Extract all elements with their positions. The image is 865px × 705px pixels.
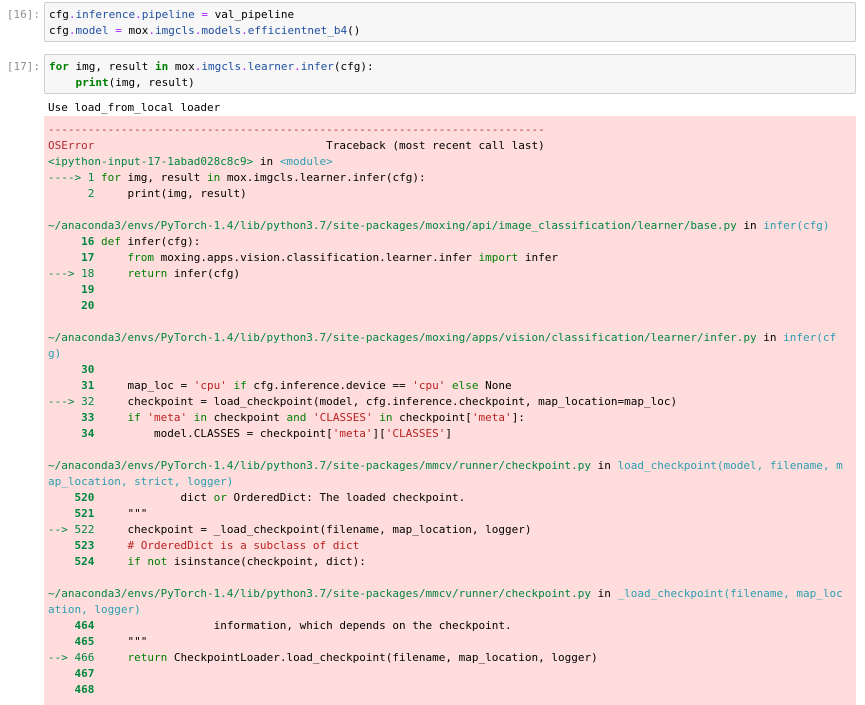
traceback-line: 17 from moxing.apps.vision.classificatio…	[48, 251, 558, 264]
traceback-line: 30	[48, 363, 101, 376]
traceback-line: 523 # OrderedDict is a subclass of dict	[48, 539, 360, 552]
traceback-line: ~/anaconda3/envs/PyTorch-1.4/lib/python3…	[48, 459, 843, 472]
code-input-17[interactable]: for img, result in mox.imgcls.learner.in…	[44, 54, 856, 94]
traceback-line: 524 if not isinstance(checkpoint, dict):	[48, 555, 366, 568]
traceback-output: ----------------------------------------…	[44, 116, 856, 705]
traceback-line: 31 map_loc = 'cpu' if cfg.inference.devi…	[48, 379, 512, 392]
traceback-line: 468	[48, 683, 101, 696]
traceback-line	[48, 442, 852, 458]
traceback-line: 2 print(img, result)	[48, 187, 247, 200]
traceback-line: ---> 32 checkpoint = load_checkpoint(mod…	[48, 395, 678, 408]
traceback-line: <ipython-input-17-1abad028c8c9> in <modu…	[48, 155, 333, 168]
traceback-line: OSError Traceback (most recent call last…	[48, 139, 545, 152]
traceback-line	[48, 570, 852, 586]
code-17-line: print(img, result)	[75, 76, 195, 89]
traceback-line: --> 466 return CheckpointLoader.load_che…	[48, 651, 598, 664]
traceback-line: 19	[48, 283, 101, 296]
traceback-line: 521 """	[48, 507, 148, 520]
traceback-line: ation, logger)	[48, 603, 141, 616]
traceback-line: ---> 18 return infer(cfg)	[48, 267, 241, 280]
traceback-line	[48, 314, 852, 330]
traceback-line: g)	[48, 347, 62, 360]
code-16-line: cfg.model = mox.imgcls.models.efficientn…	[49, 24, 361, 37]
traceback-line: 467	[48, 667, 101, 680]
traceback-line: 16 def infer(cfg):	[48, 235, 201, 248]
traceback-line: 520 dict or OrderedDict: The loaded chec…	[48, 491, 466, 504]
traceback-line: ~/anaconda3/envs/PyTorch-1.4/lib/python3…	[48, 219, 830, 232]
traceback-line: ----------------------------------------…	[48, 123, 545, 136]
traceback-line: 20	[48, 299, 101, 312]
traceback-line: ----> 1 for img, result in mox.imgcls.le…	[48, 171, 426, 184]
traceback-line: 465 """	[48, 635, 148, 648]
traceback-line: 464 information, which depends on the ch…	[48, 619, 512, 632]
execution-count-16: [16]:	[6, 8, 40, 21]
traceback-line: --> 522 checkpoint = _load_checkpoint(fi…	[48, 523, 532, 536]
code-17-line: for img, result in mox.imgcls.learner.in…	[49, 60, 374, 73]
traceback-line: 33 if 'meta' in checkpoint and 'CLASSES'…	[48, 411, 525, 424]
code-input-16[interactable]: cfg.inference.pipeline = val_pipelinecfg…	[44, 2, 856, 42]
traceback-line: 34 model.CLASSES = checkpoint['meta']['C…	[48, 427, 453, 440]
traceback-line	[48, 202, 852, 218]
traceback-line: ap_location, strict, logger)	[48, 475, 234, 488]
stdout-output: Use load_from_local loader	[48, 101, 221, 114]
code-16-line: cfg.inference.pipeline = val_pipeline	[49, 8, 295, 21]
execution-count-17: [17]:	[6, 60, 40, 73]
traceback-line: ~/anaconda3/envs/PyTorch-1.4/lib/python3…	[48, 587, 843, 600]
traceback-line: ~/anaconda3/envs/PyTorch-1.4/lib/python3…	[48, 331, 837, 344]
